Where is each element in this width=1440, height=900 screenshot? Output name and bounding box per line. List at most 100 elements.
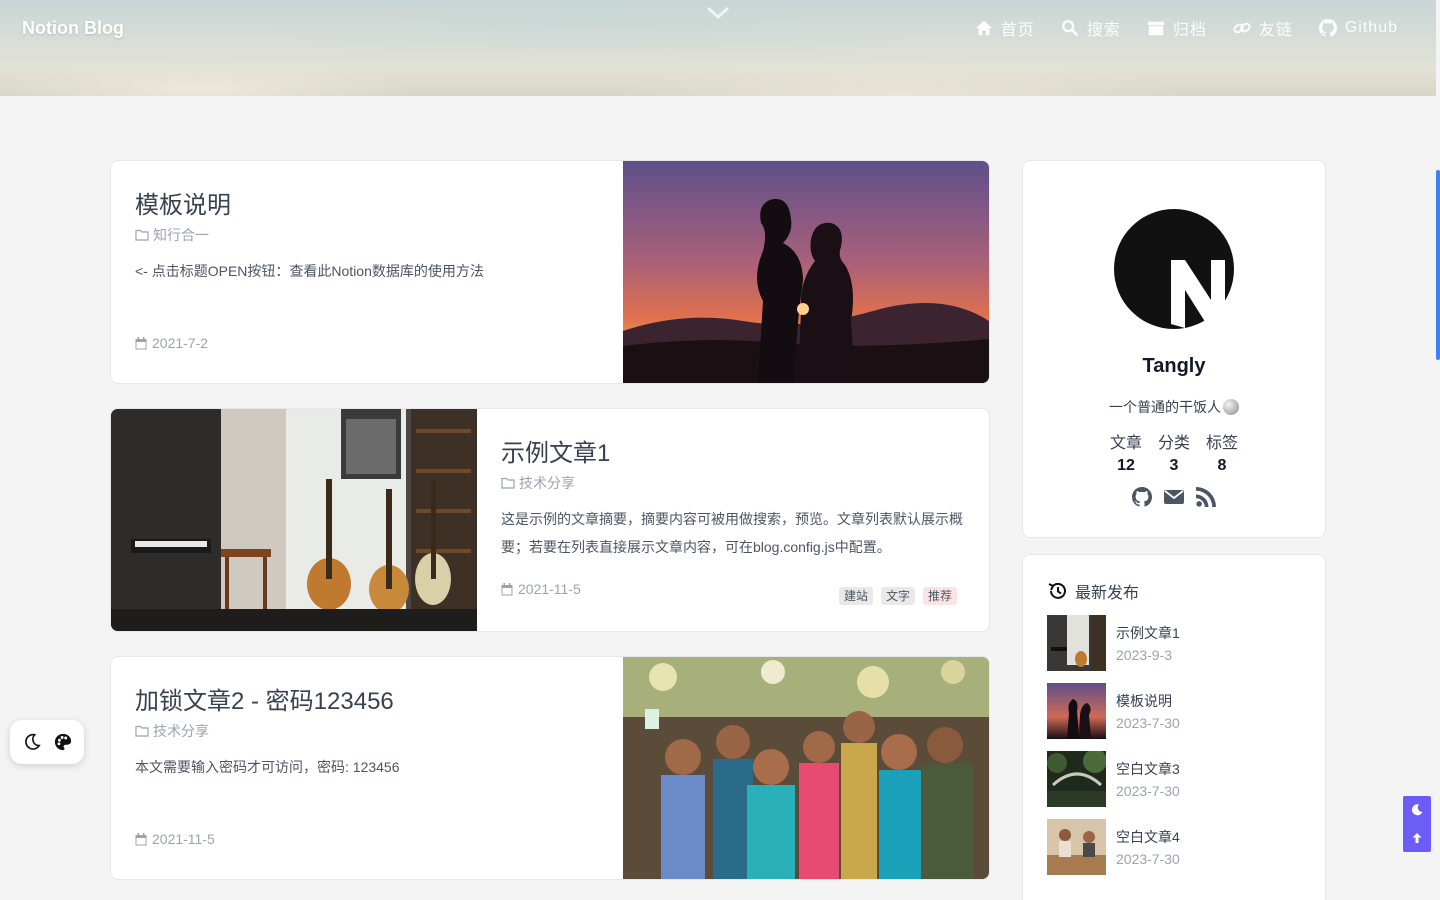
avatar[interactable] (1113, 208, 1235, 330)
arrow-up-icon[interactable] (1411, 832, 1423, 844)
tag[interactable]: 建站 (838, 587, 873, 605)
stat-value: 3 (1169, 457, 1179, 474)
post-date-text: 2021-11-5 (152, 831, 215, 847)
guitars-thumb-image (1047, 615, 1106, 671)
recent-post-date: 2023-7-30 (1116, 851, 1180, 867)
nav-links[interactable]: 友链 (1233, 16, 1293, 40)
post-date: 2021-11-5 (501, 581, 581, 597)
link-icon (1233, 22, 1251, 34)
github-icon (1318, 19, 1337, 37)
author-stats: 文章 12 分类 3 标签 8 (1023, 429, 1325, 475)
post-date: 2021-7-2 (135, 335, 208, 351)
recent-post-item[interactable]: 示例文章1 2023-9-3 (1047, 615, 1301, 671)
post-category[interactable]: 技术分享 (135, 721, 209, 741)
github-icon[interactable] (1132, 487, 1152, 507)
dark-mode-icon[interactable] (1411, 804, 1423, 816)
recent-post-title[interactable]: 模板说明 (1116, 691, 1180, 711)
profile-card: Tangly 一个普通的干饭人 文章 12 分类 3 标签 8 (1022, 160, 1326, 538)
recent-post-date: 2023-7-30 (1116, 715, 1180, 731)
author-bio-text: 一个普通的干饭人 (1109, 399, 1221, 415)
recent-post-thumb[interactable] (1047, 819, 1106, 875)
post-card-body: 示例文章1 技术分享 这是示例的文章摘要，摘要内容可被用做搜索，预览。文章列表默… (477, 409, 989, 631)
recent-post-date: 2023-7-30 (1116, 783, 1180, 799)
recent-post-item[interactable]: 空白文章4 2023-7-30 (1047, 819, 1301, 875)
calendar-icon (135, 832, 147, 845)
nav-github-label: Github (1344, 19, 1398, 36)
history-icon (1048, 582, 1066, 599)
tag[interactable]: 推荐 (922, 587, 957, 605)
archive-icon (1147, 21, 1164, 36)
stat-tags[interactable]: 标签 8 (1206, 429, 1238, 475)
post-category[interactable]: 知行合一 (135, 225, 209, 245)
post-title[interactable]: 加锁文章2 - 密码123456 (135, 681, 394, 716)
header-banner: Notion Blog 首页 搜索 归档 友链 Github (0, 0, 1436, 96)
post-category-label: 知行合一 (153, 227, 209, 243)
social-links (1023, 487, 1325, 507)
recent-posts-title: 最新发布 (1075, 585, 1140, 602)
post-cover-image[interactable] (111, 409, 477, 631)
chevron-down-icon[interactable] (706, 6, 730, 20)
post-cover-image[interactable] (623, 657, 989, 879)
author-bio: 一个普通的干饭人 (1023, 397, 1325, 417)
post-summary: 本文需要输入密码才可访问，密码: 123456 (135, 759, 400, 775)
nav-search-label: 搜索 (1086, 22, 1121, 39)
post-title[interactable]: 示例文章1 (501, 433, 610, 468)
folder-icon (135, 725, 149, 737)
nav-archive-label: 归档 (1172, 22, 1207, 39)
stat-categories[interactable]: 分类 3 (1158, 429, 1190, 475)
site-brand[interactable]: Notion Blog (22, 18, 124, 39)
guitars-room-image (111, 409, 477, 631)
palette-icon[interactable] (54, 733, 72, 751)
post-category[interactable]: 技术分享 (501, 473, 575, 493)
post-card[interactable]: 示例文章1 技术分享 这是示例的文章摘要，摘要内容可被用做搜索，预览。文章列表默… (110, 408, 990, 632)
bridge-thumb-image (1047, 751, 1106, 807)
recent-post-title[interactable]: 空白文章4 (1116, 827, 1180, 847)
recent-post-date: 2023-9-3 (1116, 647, 1173, 663)
recent-posts-card: 最新发布 示例文章1 2023-9-3 模板说明 2023-7-30 空白文章3… (1022, 554, 1326, 900)
nav-search[interactable]: 搜索 (1061, 16, 1121, 40)
post-category-label: 技术分享 (519, 475, 575, 491)
post-cover-image[interactable] (623, 161, 989, 383)
recent-post-title[interactable]: 空白文章3 (1116, 759, 1180, 779)
rss-icon[interactable] (1196, 487, 1216, 507)
post-summary: 这是示例的文章摘要，摘要内容可被用做搜索，预览。文章列表默认展示概要；若要在列表… (501, 511, 963, 555)
post-card[interactable]: 加锁文章2 - 密码123456 技术分享 本文需要输入密码才可访问，密码: 1… (110, 656, 990, 880)
recent-post-item[interactable]: 空白文章3 2023-7-30 (1047, 751, 1301, 807)
post-tags: 建站 文字 推荐 (838, 587, 957, 605)
calendar-icon (135, 336, 147, 349)
moon-icon[interactable] (23, 733, 41, 751)
folder-icon (501, 477, 515, 489)
nav-links-label: 友链 (1258, 22, 1293, 39)
post-card-body: 模板说明 知行合一 <- 点击标题OPEN按钮：查看此Notion数据库的使用方… (111, 161, 733, 383)
recent-posts-list: 示例文章1 2023-9-3 模板说明 2023-7-30 空白文章3 2023… (1047, 615, 1301, 887)
stat-label: 分类 (1157, 435, 1190, 452)
recent-posts-header: 最新发布 (1047, 579, 1139, 603)
nav-github[interactable]: Github (1318, 16, 1398, 40)
people-thumb-image (1047, 819, 1106, 875)
calendar-icon (501, 582, 513, 595)
post-card-body: 加锁文章2 - 密码123456 技术分享 本文需要输入密码才可访问，密码: 1… (111, 657, 733, 879)
mail-icon[interactable] (1164, 487, 1184, 507)
recent-post-thumb[interactable] (1047, 683, 1106, 739)
tag[interactable]: 文字 (880, 587, 915, 605)
recent-post-thumb[interactable] (1047, 751, 1106, 807)
home-icon (975, 20, 992, 36)
couple-sunset-image (623, 161, 989, 383)
top-nav: 首页 搜索 归档 友链 Github (975, 16, 1398, 40)
post-category-label: 技术分享 (153, 723, 209, 739)
post-summary: <- 点击标题OPEN按钮：查看此Notion数据库的使用方法 (135, 263, 484, 279)
post-card[interactable]: 模板说明 知行合一 <- 点击标题OPEN按钮：查看此Notion数据库的使用方… (110, 160, 990, 384)
stat-posts[interactable]: 文章 12 (1110, 429, 1142, 475)
author-name[interactable]: Tangly (1023, 355, 1325, 378)
nav-home-label: 首页 (1000, 22, 1035, 39)
nav-archive[interactable]: 归档 (1147, 16, 1207, 40)
folder-icon (135, 229, 149, 241)
post-title[interactable]: 模板说明 (135, 185, 231, 220)
recent-post-thumb[interactable] (1047, 615, 1106, 671)
search-icon (1061, 20, 1078, 37)
scrollbar-thumb[interactable] (1436, 170, 1440, 360)
recent-post-title[interactable]: 示例文章1 (1116, 623, 1180, 643)
nav-home[interactable]: 首页 (975, 16, 1035, 40)
group-selfie-image (623, 657, 989, 879)
recent-post-item[interactable]: 模板说明 2023-7-30 (1047, 683, 1301, 739)
